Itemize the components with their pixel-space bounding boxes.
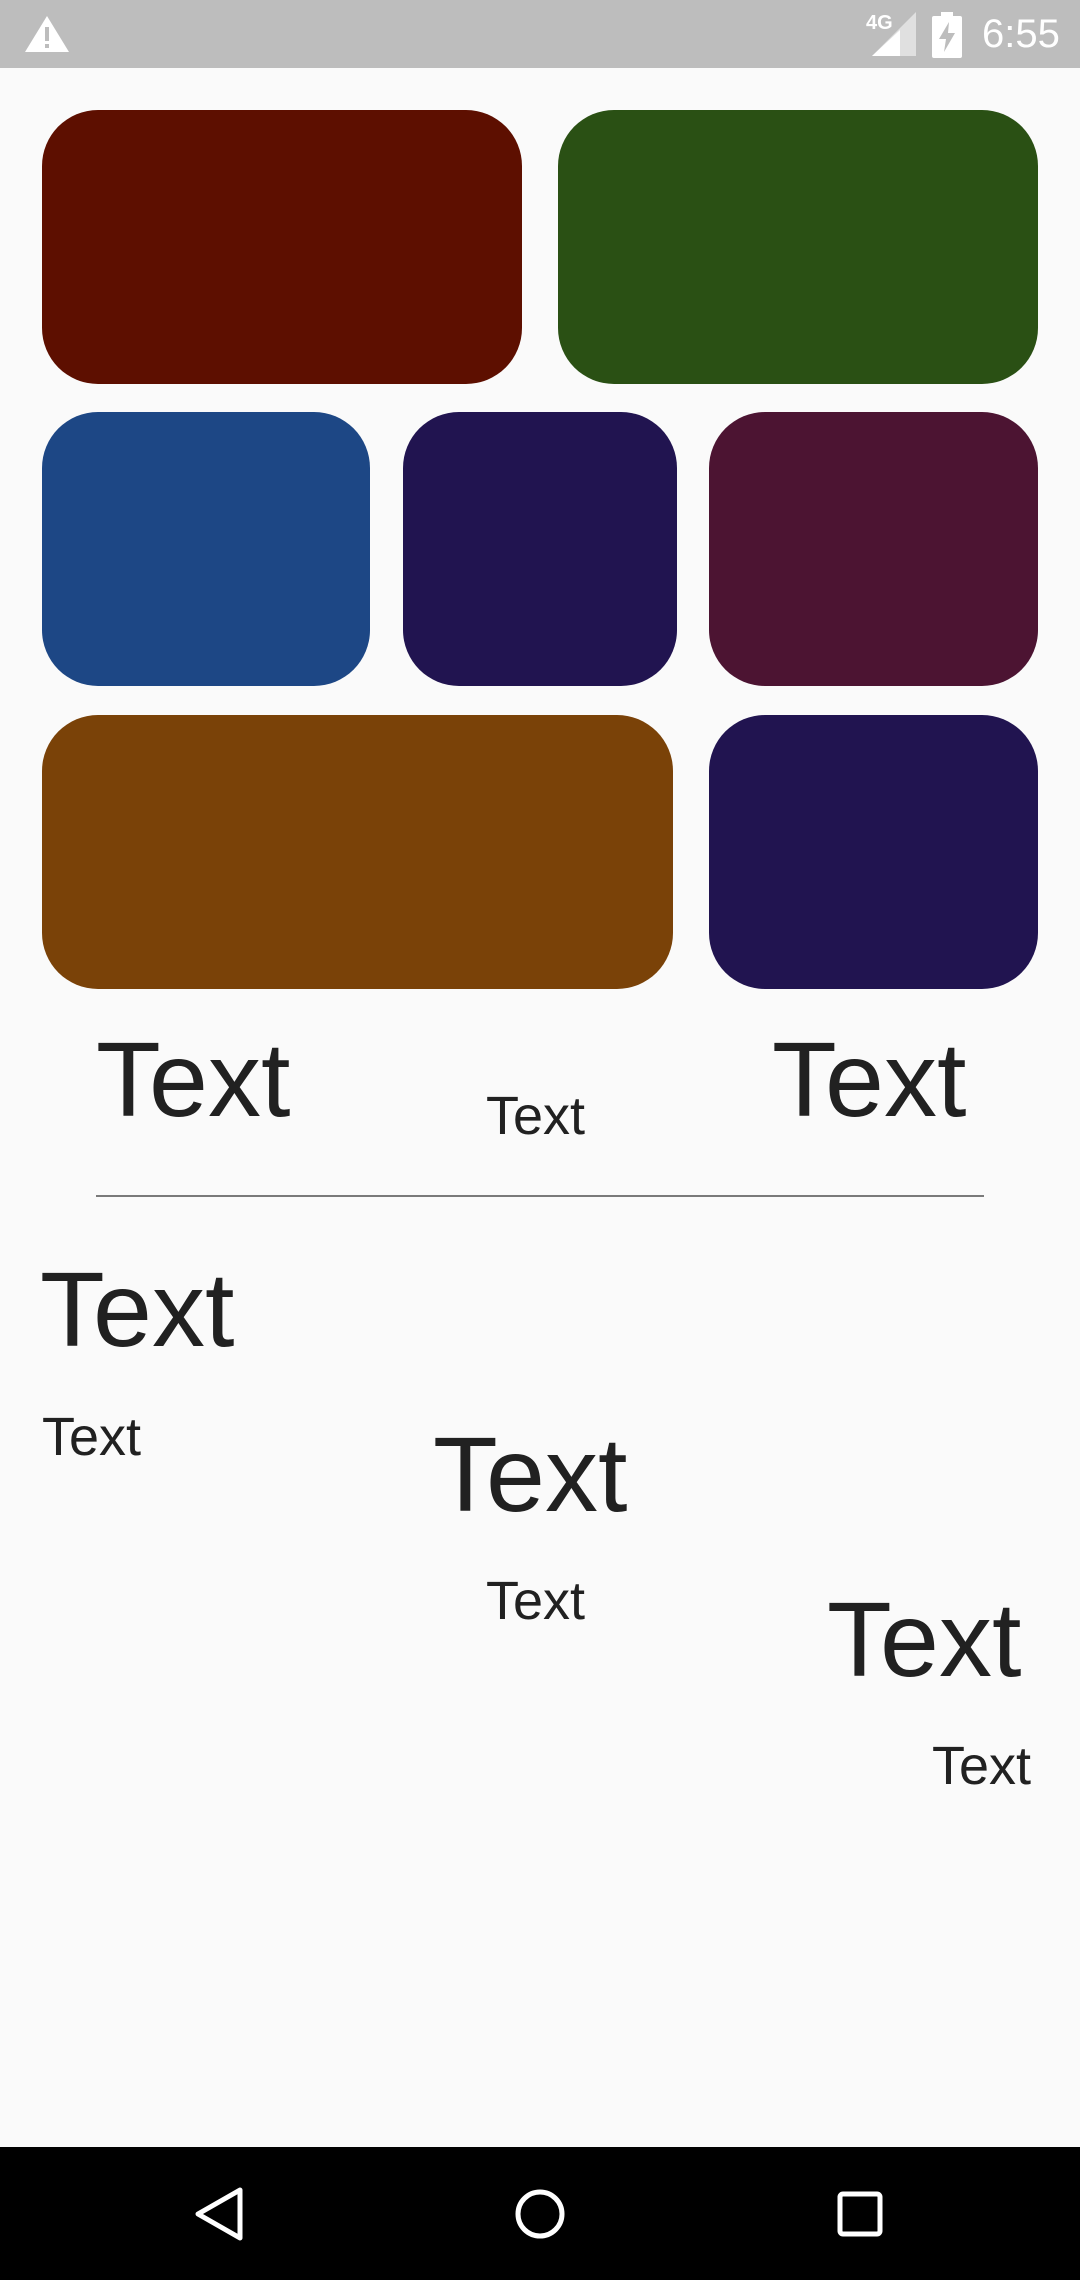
recents-icon[interactable]: [830, 2184, 890, 2244]
text-large-right: Text: [772, 1021, 967, 1139]
battery-charging-icon: [932, 12, 962, 58]
text-large-a: Text: [40, 1251, 235, 1369]
text-small-c: Text: [932, 1736, 1032, 1796]
warning-icon: [25, 16, 69, 52]
tile-plum[interactable]: [709, 412, 1038, 686]
text-large-left: Text: [96, 1021, 291, 1139]
divider: [96, 1195, 984, 1197]
home-icon[interactable]: [510, 2184, 570, 2244]
text-small-a: Text: [42, 1407, 142, 1467]
text-small-b: Text: [486, 1571, 586, 1631]
text-large-c: Text: [827, 1581, 1022, 1699]
status-bar: [0, 0, 1080, 68]
tile-blue[interactable]: [42, 412, 370, 686]
tile-orange[interactable]: [42, 715, 673, 989]
tile-indigo-1[interactable]: [403, 412, 677, 686]
network-type-label: 4G: [866, 12, 893, 34]
text-large-b: Text: [433, 1416, 628, 1534]
back-icon[interactable]: [190, 2184, 250, 2244]
tile-red[interactable]: [42, 110, 522, 384]
tile-green[interactable]: [558, 110, 1038, 384]
text-small-center: Text: [486, 1086, 586, 1146]
status-clock: 6:55: [982, 12, 1060, 56]
tile-indigo-2[interactable]: [709, 715, 1038, 989]
